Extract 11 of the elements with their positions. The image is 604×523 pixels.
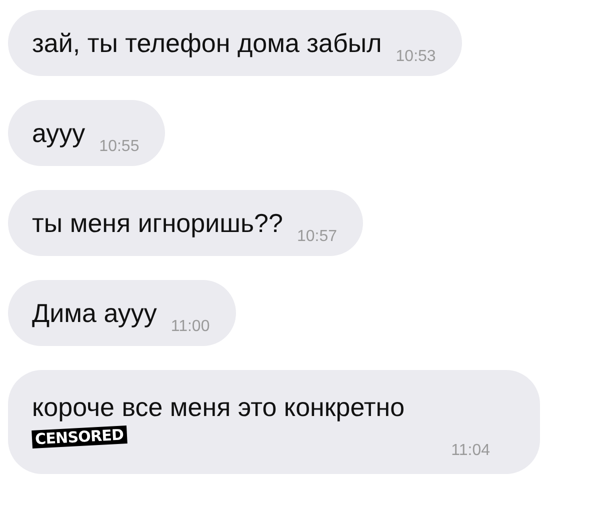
message-text: аууу <box>32 118 86 148</box>
message-text: зай, ты телефон дома забыл <box>32 28 382 58</box>
censored-stamp: CENSORED <box>32 426 128 448</box>
message-text: короче все меня это конкретно <box>32 392 406 422</box>
message-text: Дима аууу <box>32 298 157 328</box>
message-time: 11:00 <box>170 318 210 336</box>
message-time: 10:53 <box>396 48 436 66</box>
message-time: 10:55 <box>99 138 140 156</box>
message-time: 10:57 <box>296 228 337 246</box>
message-time: 11:04 <box>451 442 490 460</box>
message-text: ты меня игноришь?? <box>32 208 283 238</box>
